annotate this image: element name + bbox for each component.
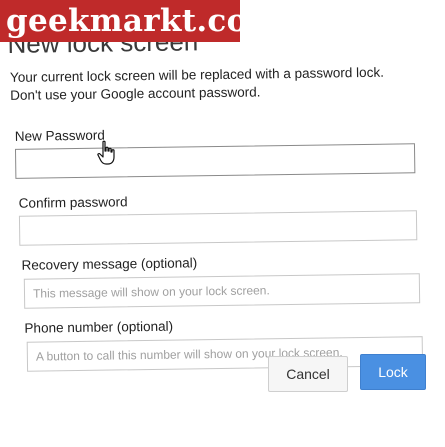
dialog-description: Your current lock screen will be replace…: [10, 63, 430, 105]
phone-number-label: Phone number (optional): [24, 318, 174, 336]
new-password-label: New Password: [14, 127, 105, 144]
watermark-logo: geekmarkt.com: [0, 0, 280, 42]
lock-screen-dialog-page: geekmarkt.com New lock screen Your curre…: [0, 0, 445, 447]
confirm-password-label: Confirm password: [18, 194, 128, 211]
recovery-message-input[interactable]: [23, 273, 421, 309]
hand-pointer-icon: [97, 140, 115, 165]
new-password-input[interactable]: [14, 143, 416, 179]
lock-button[interactable]: Lock: [360, 354, 426, 390]
confirm-password-input[interactable]: [18, 210, 418, 246]
cancel-button[interactable]: Cancel: [268, 356, 348, 392]
recovery-message-label: Recovery message (optional): [21, 255, 198, 273]
